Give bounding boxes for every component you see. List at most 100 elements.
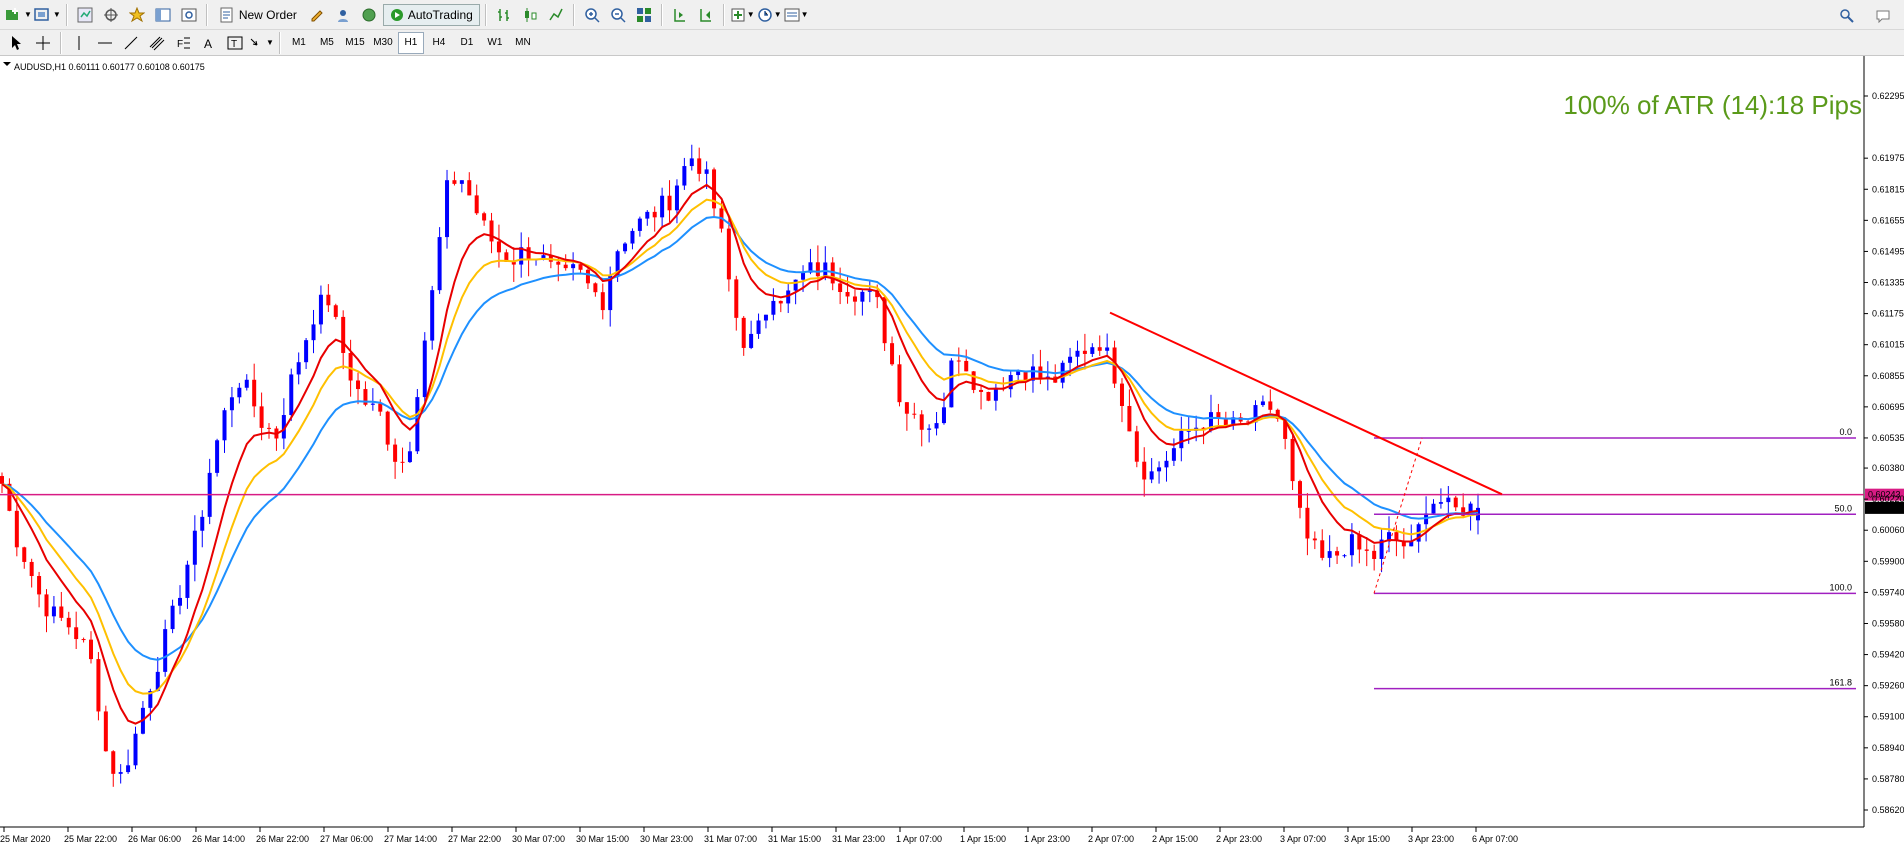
current-price-label: 0.60175 — [1868, 503, 1901, 513]
tf-H1[interactable]: H1 — [397, 31, 424, 54]
autotrading-button[interactable]: AutoTrading — [382, 3, 480, 26]
text-icon[interactable]: A — [197, 32, 221, 54]
tester-icon[interactable] — [177, 4, 201, 26]
bear-candle — [1127, 405, 1132, 432]
bull-candle — [1157, 467, 1162, 472]
price-axis: 0.62295 0.61975 0.61815 0.61655 0.61495 0.613… — [1864, 91, 1904, 815]
profiles-icon[interactable]: ▼ — [34, 4, 61, 26]
bear-candle — [726, 228, 731, 280]
bear-candle — [890, 343, 895, 365]
favorites-star-icon[interactable] — [125, 4, 149, 26]
bear-candle — [474, 195, 479, 214]
new-chart-icon[interactable]: ▼ — [5, 4, 32, 26]
bear-candle — [1290, 438, 1295, 482]
crosshair-icon[interactable] — [31, 32, 55, 54]
price-tick-label: 0.61975 — [1872, 153, 1904, 163]
zoom-in-icon[interactable] — [580, 4, 604, 26]
tf-W1[interactable]: W1 — [482, 32, 508, 54]
market-icon[interactable] — [357, 4, 381, 26]
time-tick-label: 2 Apr 15:00 — [1152, 834, 1198, 844]
bear-candle — [1082, 350, 1087, 354]
bull-candle — [927, 428, 932, 430]
bull-candle — [860, 291, 865, 302]
bar-chart-icon[interactable] — [492, 4, 516, 26]
bear-candle — [1142, 461, 1147, 480]
bull-candle — [674, 185, 679, 211]
price-tick-label: 0.61655 — [1872, 215, 1904, 225]
time-tick-label: 26 Mar 22:00 — [256, 834, 309, 844]
time-tick-label: 27 Mar 14:00 — [384, 834, 437, 844]
bull-candle — [637, 218, 642, 231]
bull-candle — [370, 403, 375, 405]
chart-shift-icon[interactable] — [668, 4, 692, 26]
line-chart-icon[interactable] — [544, 4, 568, 26]
chart-window[interactable]: 0.60243 0.0 50.0 100.0 161.8 0.60175 0.62295 0… — [0, 56, 1904, 851]
chat-icon[interactable] — [1871, 5, 1895, 27]
bull-candle — [1171, 448, 1176, 461]
indicators-icon[interactable]: ▼ — [730, 4, 755, 26]
tf-M5[interactable]: M5 — [314, 32, 340, 54]
tf-MN[interactable]: MN — [510, 32, 536, 54]
market-watch-icon[interactable] — [73, 4, 97, 26]
bull-candle — [1349, 534, 1354, 556]
search-icon[interactable] — [1835, 5, 1859, 27]
horizontal-line-icon[interactable] — [93, 32, 117, 54]
bull-candle — [445, 180, 450, 238]
bear-candle — [22, 547, 27, 562]
bear-candle — [734, 279, 739, 318]
editor-icon[interactable] — [305, 4, 329, 26]
bull-candle — [430, 290, 435, 341]
bull-candle — [993, 387, 998, 401]
time-tick-label: 26 Mar 06:00 — [128, 834, 181, 844]
bear-candle — [467, 180, 472, 196]
autoscroll-icon[interactable] — [694, 4, 718, 26]
signals-icon[interactable] — [331, 4, 355, 26]
bull-candle — [1149, 471, 1154, 480]
price-tick-label: 0.60220 — [1872, 494, 1904, 504]
templates-icon[interactable]: ▼ — [784, 4, 809, 26]
fibonacci-icon[interactable]: F — [171, 32, 195, 54]
tf-D1[interactable]: D1 — [454, 32, 480, 54]
bull-candle — [771, 300, 776, 315]
bull-candle — [178, 597, 183, 606]
new-order-button[interactable]: New Order — [213, 4, 303, 26]
tile-windows-icon[interactable] — [632, 4, 656, 26]
bear-candle — [0, 476, 4, 484]
bull-candle — [763, 314, 768, 321]
tf-M15[interactable]: M15 — [342, 32, 368, 54]
time-tick-label: 30 Mar 15:00 — [576, 834, 629, 844]
bear-candle — [111, 751, 116, 774]
cursor-icon[interactable] — [5, 32, 29, 54]
bear-candle — [1335, 551, 1340, 556]
zoom-out-icon[interactable] — [606, 4, 630, 26]
crosshair-nav-icon[interactable] — [99, 4, 123, 26]
tf-M30[interactable]: M30 — [370, 32, 396, 54]
arrows-icon[interactable]: ▼ — [249, 32, 274, 54]
bear-candle — [986, 391, 991, 401]
channel-icon[interactable] — [145, 32, 169, 54]
bear-candle — [1320, 540, 1325, 558]
candlestick-chart-icon[interactable] — [518, 4, 542, 26]
atr-label: 100% of ATR (14):18 Pips — [1563, 90, 1862, 120]
periods-clock-icon[interactable]: ▼ — [757, 4, 782, 26]
time-tick-label: 31 Mar 15:00 — [768, 834, 821, 844]
bull-candle — [749, 333, 754, 348]
price-tick-label: 0.60535 — [1872, 433, 1904, 443]
price-chart[interactable]: 0.602430.050.0100.0161.80.60175 0.622950… — [0, 56, 1904, 851]
vertical-line-icon[interactable] — [67, 32, 91, 54]
data-window-icon[interactable] — [151, 4, 175, 26]
price-tick-label: 0.61335 — [1872, 278, 1904, 288]
bull-candle — [192, 530, 197, 565]
time-tick-label: 1 Apr 15:00 — [960, 834, 1006, 844]
drawing-toolbar: F A T ▼ M1 M5 M15 M30 H1 H4 D1 W1 MN — [0, 30, 1904, 56]
time-tick-label: 3 Apr 07:00 — [1280, 834, 1326, 844]
bear-candle — [356, 380, 361, 390]
time-tick-label: 30 Mar 07:00 — [512, 834, 565, 844]
bear-candle — [1453, 497, 1458, 508]
tf-M1[interactable]: M1 — [286, 32, 312, 54]
trendline-icon[interactable] — [119, 32, 143, 54]
text-label-icon[interactable]: T — [223, 32, 247, 54]
plot-area[interactable] — [0, 56, 1864, 827]
tf-H4[interactable]: H4 — [426, 32, 452, 54]
bear-candle — [904, 402, 909, 414]
